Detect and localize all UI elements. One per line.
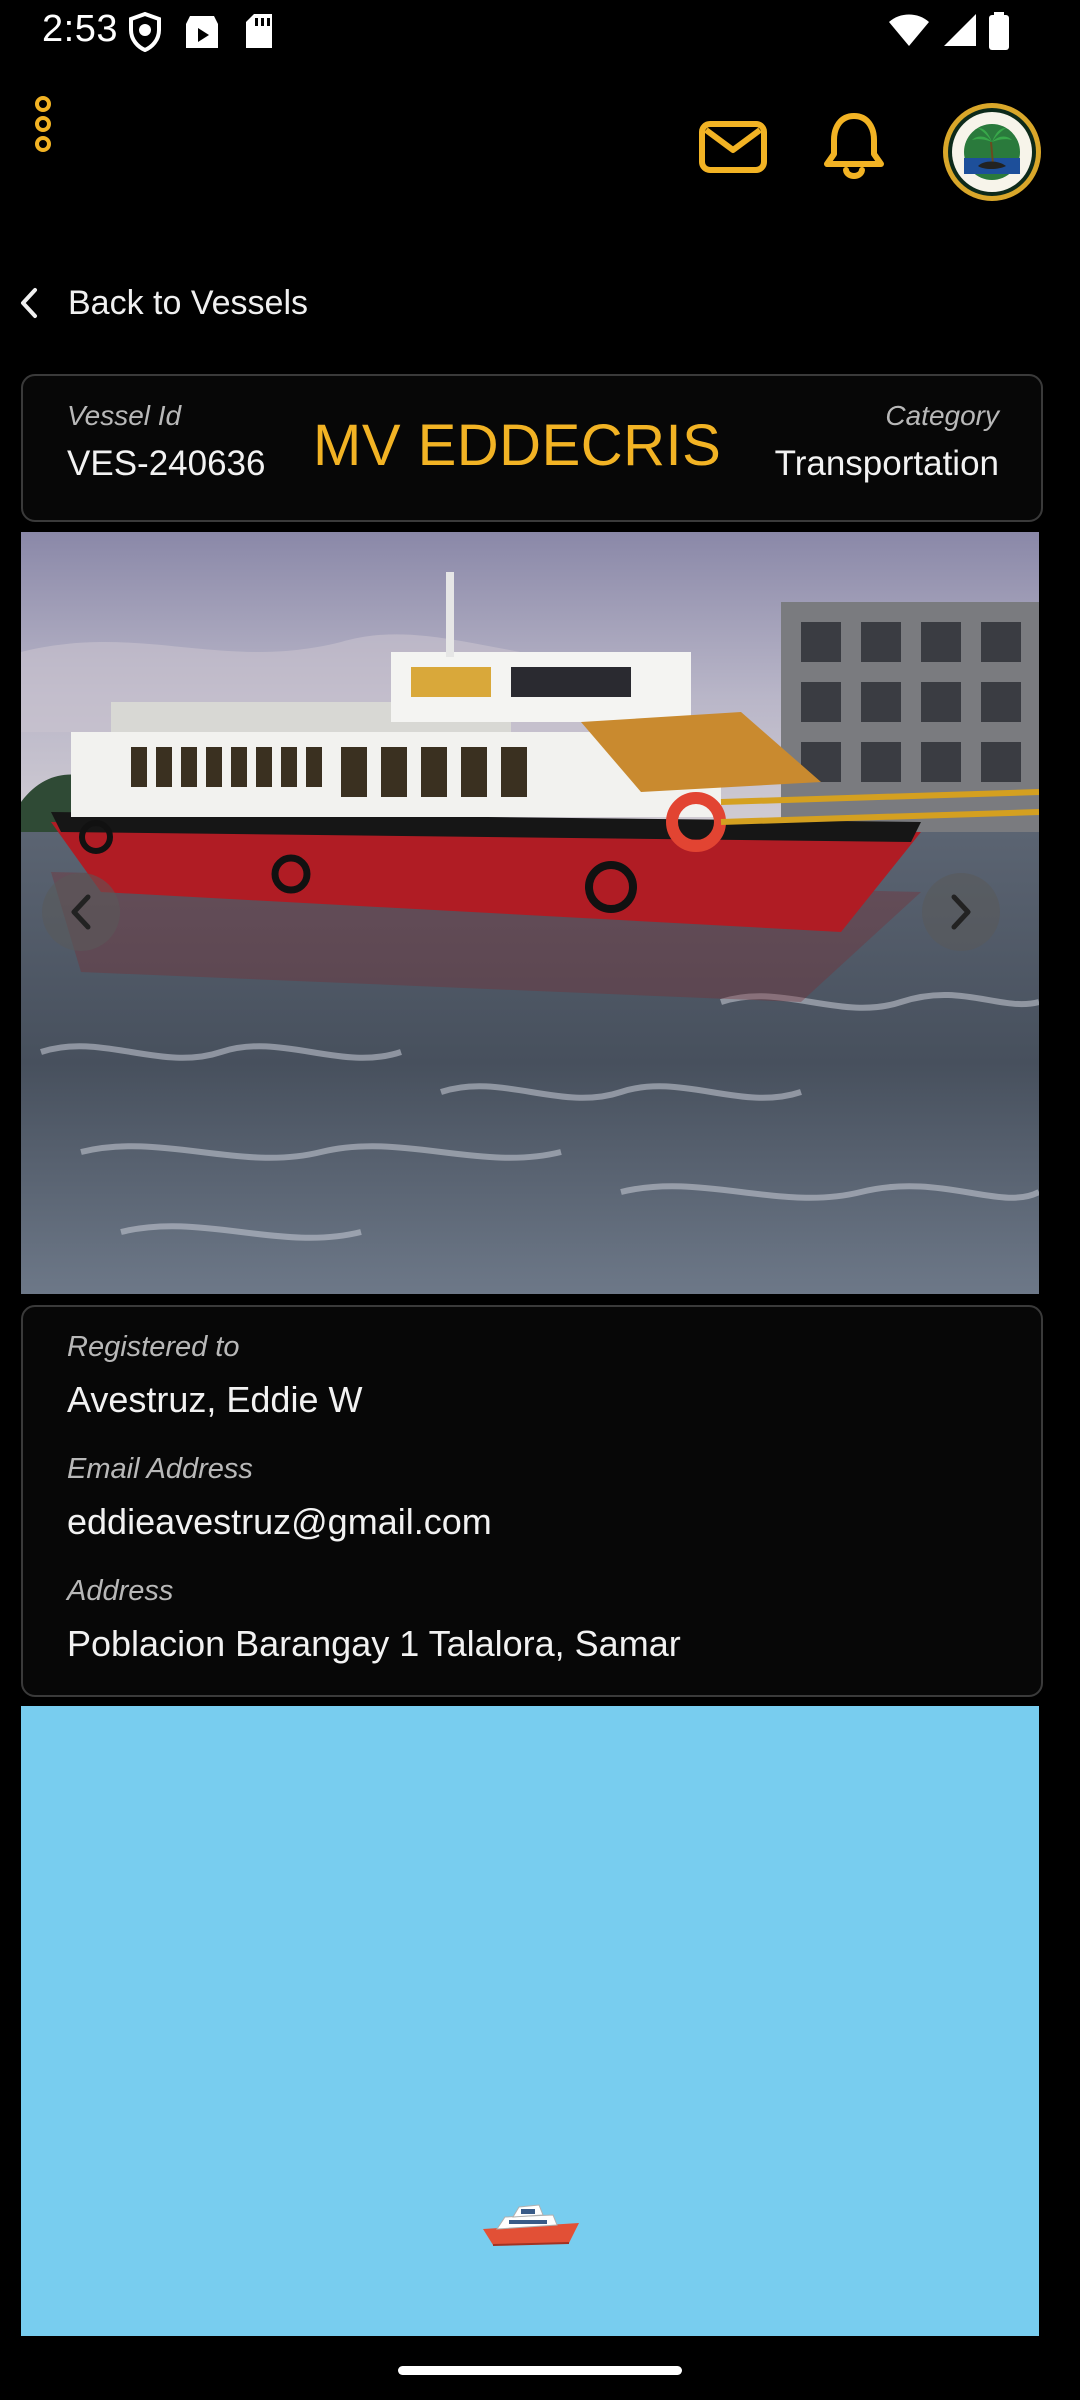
chevron-right-icon [951,894,971,930]
address-value: Poblacion Barangay 1 Talalora, Samar [67,1623,681,1664]
vessel-name: MV EDDECRIS [313,413,722,478]
email-value: eddieavestruz@gmail.com [67,1501,492,1542]
category-label: Category [885,400,999,431]
sd-card-icon [246,14,272,48]
back-link-label: Back to Vessels [68,283,309,322]
registered-to-value: Avestruz, Eddie W [67,1379,363,1420]
address-label: Address [67,1575,174,1607]
email-label: Email Address [67,1453,253,1485]
more-vert-icon[interactable] [28,96,58,156]
chevron-left-icon [21,288,37,318]
vessel-photo [21,532,1039,1294]
carousel-next-button[interactable] [922,873,1000,951]
vessel-id-value: VES-240636 [67,444,266,483]
status-bar: 2:53 [0,0,1080,64]
vpn-shield-icon [129,12,161,52]
vessel-location-map[interactable] [21,1706,1039,2336]
play-store-icon [186,16,218,48]
gesture-navigation-bar[interactable] [398,2366,682,2375]
cellular-signal-icon [944,14,976,46]
wifi-icon [889,14,929,46]
mail-icon[interactable] [698,120,768,174]
vessel-header-card: Vessel Id VES-240636 MV EDDECRIS Categor… [21,374,1043,522]
chevron-left-icon [71,894,91,930]
boat-marker-icon[interactable] [479,2195,583,2251]
status-time: 2:53 [42,8,118,50]
owner-info-card: Registered to Avestruz, Eddie W Email Ad… [21,1305,1043,1697]
battery-icon [989,12,1009,50]
category-value: Transportation [774,444,999,483]
carousel-prev-button[interactable] [42,873,120,951]
bell-icon[interactable] [822,110,886,182]
back-to-vessels-link[interactable]: Back to Vessels [20,270,308,336]
registered-to-label: Registered to [67,1331,240,1363]
vessel-id-label: Vessel Id [67,400,182,431]
seal-logo[interactable] [942,102,1042,202]
